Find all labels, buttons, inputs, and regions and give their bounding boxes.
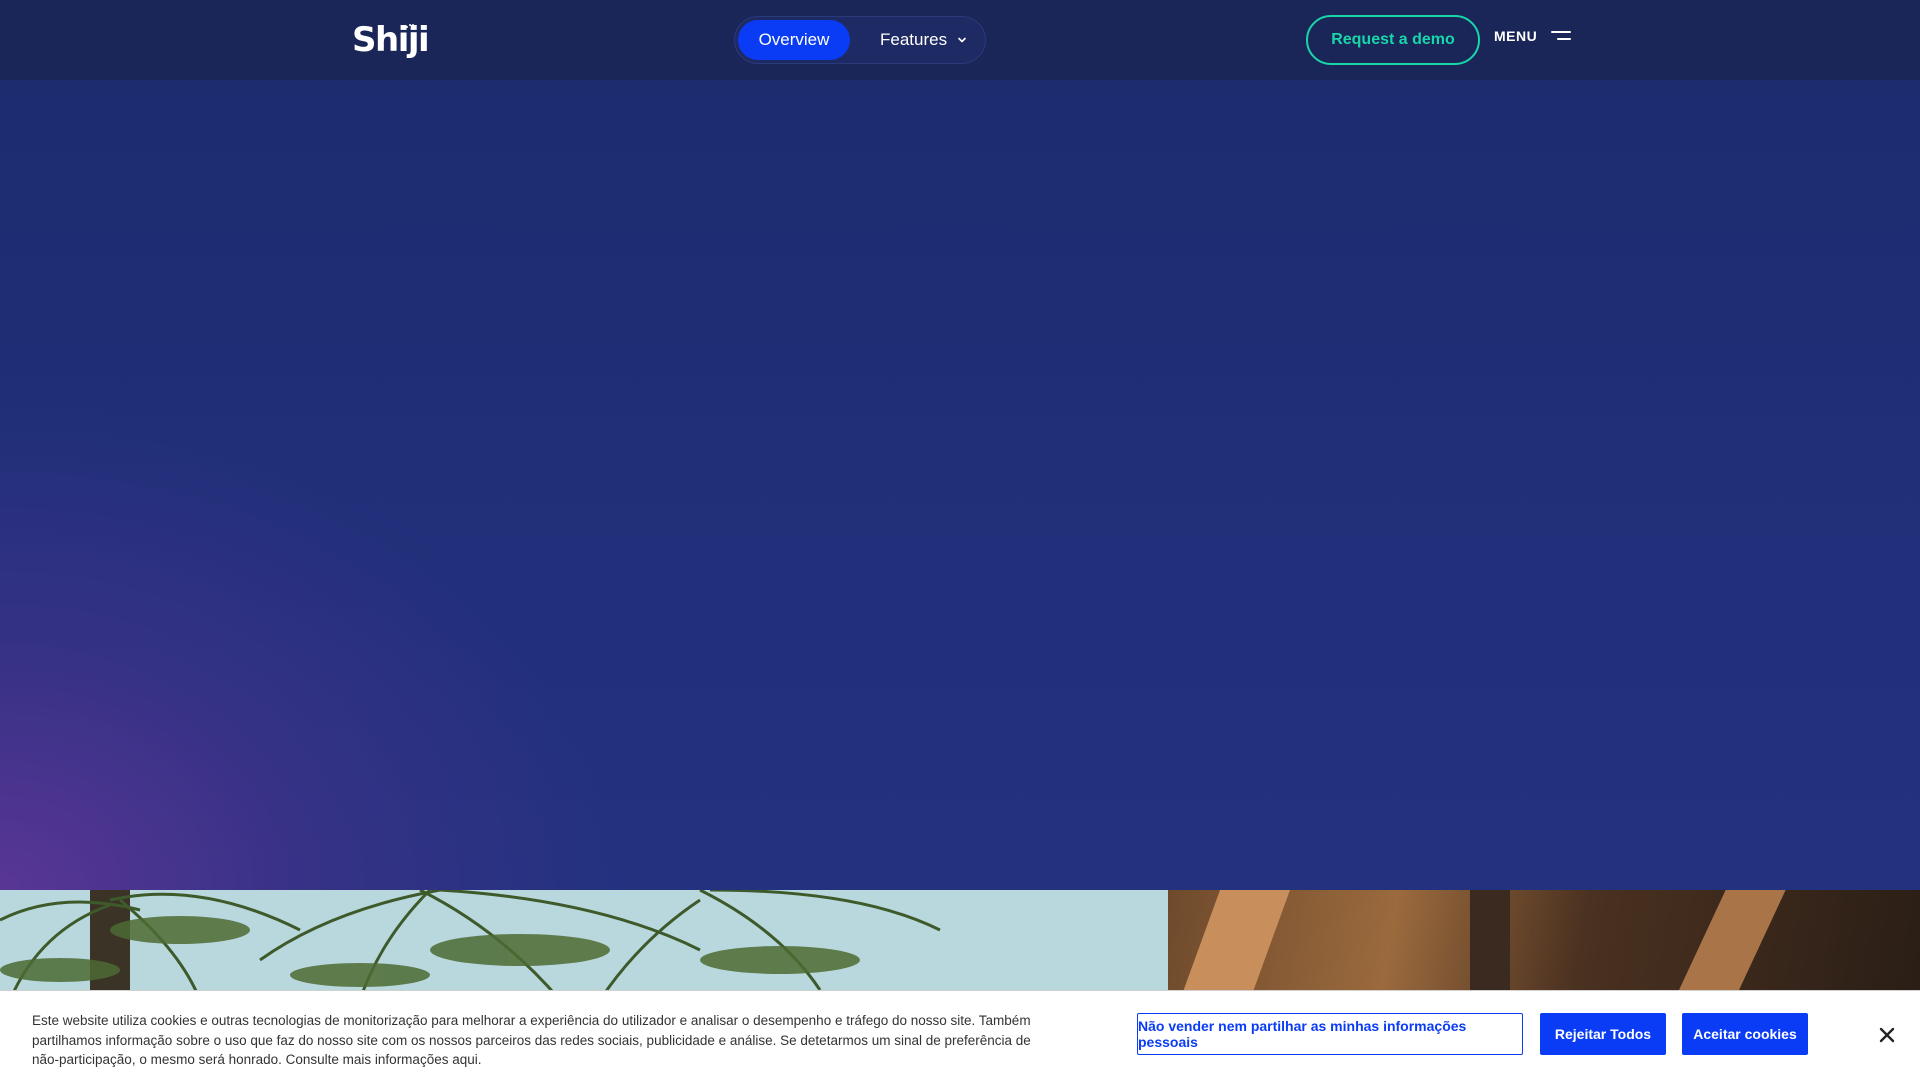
menu-label: MENU [1494,28,1538,44]
tab-features-label: Features [880,30,948,49]
palm-trees-image [0,890,1168,1000]
request-demo-button[interactable]: Request a demo [1306,15,1480,65]
reject-all-button[interactable]: Rejeitar Todos [1540,1013,1666,1055]
hamburger-icon [1551,29,1572,43]
tab-overview[interactable]: Overview [738,20,850,60]
roof-post [1470,890,1510,1000]
accept-cookies-button[interactable]: Aceitar cookies [1682,1013,1808,1055]
hero-photo [0,890,1920,1000]
cookie-text: Este website utiliza cookies e outras te… [32,1013,1031,1067]
shiji-logo[interactable]: Shiji [352,22,430,58]
logo-mark-icon [406,24,414,32]
hero-section [0,80,1920,890]
site-header: Shiji Overview Features Request a demo M… [0,0,1920,80]
do-not-sell-button[interactable]: Não vender nem partilhar as minhas infor… [1137,1013,1523,1055]
menu-button[interactable]: MENU [1494,28,1572,44]
tab-overview-label: Overview [758,30,830,49]
page-tabs: Overview Features [734,16,986,64]
tab-features[interactable]: Features [880,20,967,60]
chevron-down-icon [958,37,966,43]
close-icon[interactable] [1876,1024,1898,1046]
